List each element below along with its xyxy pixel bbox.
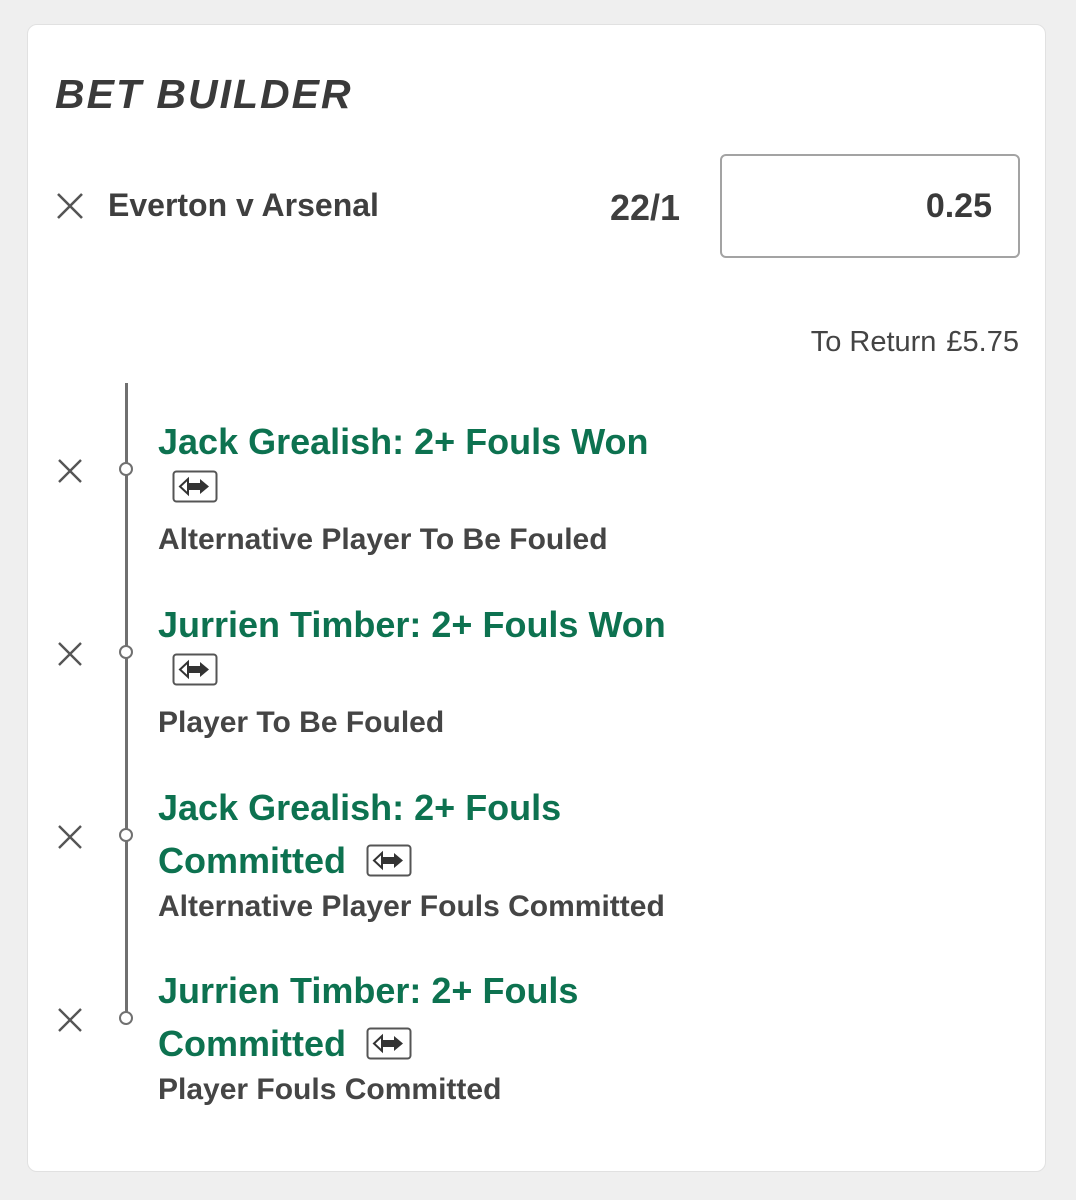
timeline-dot xyxy=(119,462,133,476)
leg-selection: Jack Grealish: 2+ Fouls Won xyxy=(158,421,649,462)
leg-selection-line-with-swap: Committed xyxy=(158,834,858,887)
to-return-label: To Return xyxy=(810,326,937,358)
stake-input[interactable] xyxy=(720,154,1020,258)
leg-selection-line: Jack Grealish: 2+ Fouls xyxy=(158,787,562,828)
event-name: Everton v Arsenal xyxy=(108,187,379,223)
swap-player-icon[interactable] xyxy=(172,653,218,686)
leg-selection: Jurrien Timber: 2+ Fouls Won xyxy=(158,604,666,645)
to-return-amount: £5.75 xyxy=(946,326,1019,358)
leg-market: Alternative Player Fouls Committed xyxy=(158,890,665,923)
leg-item: Jurrien Timber: 2+ Fouls Committed Playe… xyxy=(158,964,858,1110)
swap-player-icon[interactable] xyxy=(366,844,412,877)
leg-item: Jack Grealish: 2+ Fouls Won Alternative … xyxy=(158,415,858,560)
leg-market: Player To Be Fouled xyxy=(158,706,445,739)
leg-market: Player Fouls Committed xyxy=(158,1073,502,1106)
to-return: To Return £5.75 xyxy=(811,326,1019,359)
bet-builder-card: BET BUILDER Everton v Arsenal 22/1 To Re… xyxy=(27,24,1046,1172)
leg-market: Alternative Player To Be Fouled xyxy=(158,523,608,556)
swap-player-icon[interactable] xyxy=(366,1027,412,1060)
timeline-dot xyxy=(119,645,133,659)
remove-leg-close-icon[interactable] xyxy=(55,1005,85,1035)
swap-player-icon[interactable] xyxy=(172,470,218,503)
leg-selection-line: Committed xyxy=(158,1023,346,1064)
remove-leg-close-icon[interactable] xyxy=(55,456,85,486)
leg-selection: Jurrien Timber: 2+ Fouls Committed xyxy=(158,964,858,1070)
odds: 22/1 xyxy=(610,187,681,228)
remove-leg-close-icon[interactable] xyxy=(55,822,85,852)
bet-builder-title: BET BUILDER xyxy=(55,71,353,117)
leg-item: Jack Grealish: 2+ Fouls Committed Altern… xyxy=(158,781,858,927)
leg-selection: Jack Grealish: 2+ Fouls Committed xyxy=(158,781,858,887)
leg-selection-line-with-swap: Committed xyxy=(158,1017,858,1070)
timeline-line xyxy=(125,383,128,1021)
remove-leg-close-icon[interactable] xyxy=(55,639,85,669)
leg-item: Jurrien Timber: 2+ Fouls Won Player To B… xyxy=(158,598,858,743)
timeline-dot xyxy=(119,1011,133,1025)
leg-selection-line: Jurrien Timber: 2+ Fouls xyxy=(158,970,579,1011)
leg-selection-line: Committed xyxy=(158,840,346,881)
remove-bet-close-icon[interactable] xyxy=(55,191,85,221)
timeline-dot xyxy=(119,828,133,842)
